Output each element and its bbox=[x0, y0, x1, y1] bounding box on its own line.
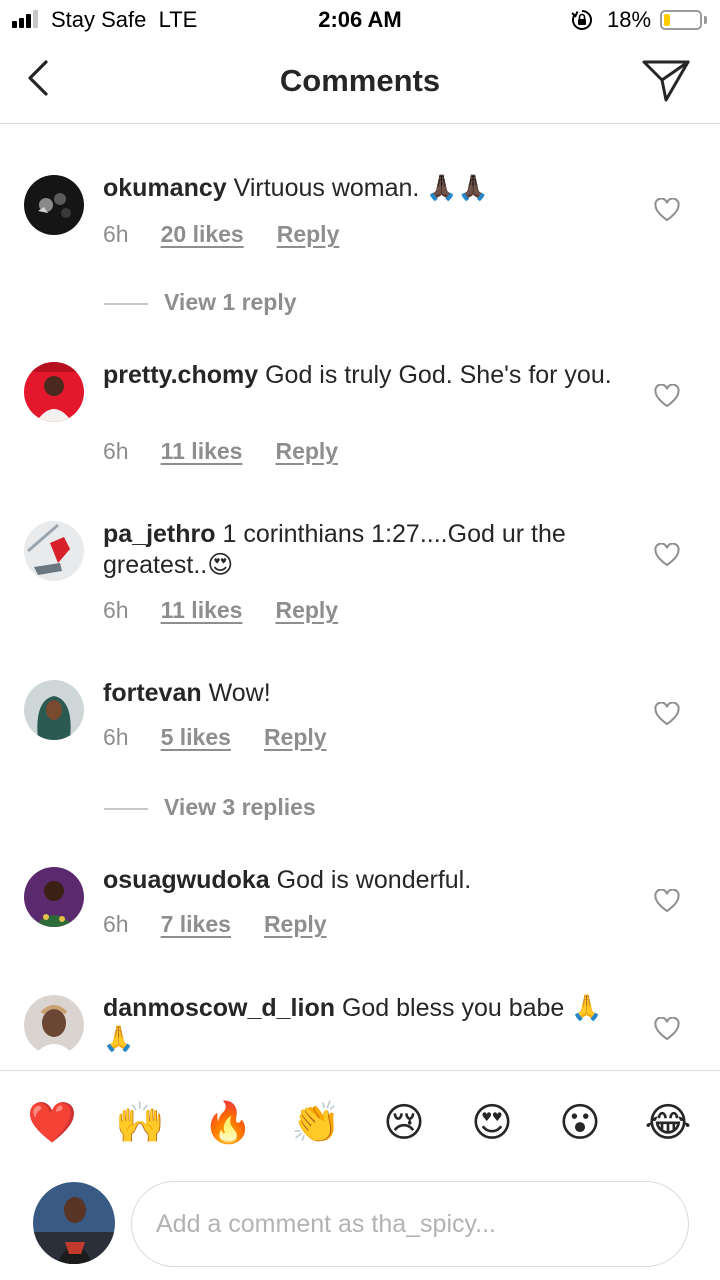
reply-button[interactable]: Reply bbox=[264, 724, 327, 751]
heart-icon[interactable] bbox=[654, 384, 680, 408]
emoji-clapping-button[interactable]: 👏 bbox=[291, 1098, 341, 1148]
avatar[interactable] bbox=[24, 680, 84, 740]
comment: danmoscow_d_lion God bless you babe 🙏🙏 bbox=[0, 993, 720, 1070]
comment-body: God is wonderful. bbox=[276, 866, 472, 894]
comment-time: 6h bbox=[103, 597, 129, 623]
reply-button[interactable]: Reply bbox=[264, 911, 327, 938]
comment-body: Wow! bbox=[208, 679, 271, 707]
comment-time: 6h bbox=[103, 438, 129, 464]
avatar[interactable] bbox=[24, 362, 84, 422]
avatar[interactable] bbox=[24, 175, 84, 235]
comment-username[interactable]: okumancy bbox=[103, 174, 227, 202]
likes-link[interactable]: 11 likes bbox=[161, 597, 243, 624]
reply-thread-line bbox=[104, 303, 148, 305]
comment-time: 6h bbox=[103, 911, 129, 937]
comment: pa_jethro 1 corinthians 1:27....God ur t… bbox=[0, 519, 720, 639]
comment: fortevan Wow! 6h 5 likes Reply bbox=[0, 678, 720, 788]
avatar[interactable] bbox=[24, 995, 84, 1055]
comment-text: pretty.chomy God is truly God. She's for… bbox=[103, 360, 623, 391]
comment-text: osuagwudoka God is wonderful. bbox=[103, 865, 623, 896]
reply-button[interactable]: Reply bbox=[275, 597, 338, 624]
reply-button[interactable]: Reply bbox=[277, 221, 340, 248]
comment-time: 6h bbox=[103, 724, 129, 750]
likes-link[interactable]: 20 likes bbox=[161, 221, 244, 248]
comment-username[interactable]: danmoscow_d_lion bbox=[103, 994, 335, 1022]
comment-meta: 6h 11 likes Reply bbox=[103, 597, 371, 627]
likes-link[interactable]: 7 likes bbox=[161, 911, 231, 938]
likes-link[interactable]: 5 likes bbox=[161, 724, 231, 751]
comment-text: pa_jethro 1 corinthians 1:27....God ur t… bbox=[103, 519, 623, 581]
share-button[interactable] bbox=[640, 54, 692, 106]
emoji-fire-button[interactable]: 🔥 bbox=[203, 1098, 253, 1148]
battery-icon bbox=[660, 10, 702, 30]
comment-username[interactable]: osuagwudoka bbox=[103, 866, 270, 894]
emoji-laughing-button[interactable]: 😂 bbox=[643, 1098, 693, 1148]
paper-plane-icon bbox=[642, 60, 690, 102]
comment: osuagwudoka God is wonderful. 6h 7 likes R… bbox=[0, 865, 720, 975]
comment-text: fortevan Wow! bbox=[103, 678, 623, 709]
comment-username[interactable]: pa_jethro bbox=[103, 520, 216, 548]
battery-level bbox=[664, 14, 670, 26]
battery-percent: 18% bbox=[607, 7, 652, 32]
comment-list[interactable]: okumancy Virtuous woman. 🙏🏿🙏🏿 6h 20 likes… bbox=[0, 125, 720, 1070]
heart-icon[interactable] bbox=[654, 702, 680, 726]
comment-body: God is truly God. She's for you. bbox=[265, 361, 612, 389]
comment-meta: 6h 11 likes Reply bbox=[103, 438, 371, 468]
emoji-bar: ❤️ 🙌 🔥 👏 😢 😍 😮 😂 bbox=[0, 1070, 720, 1174]
reply-button[interactable]: Reply bbox=[275, 438, 338, 465]
comment-username[interactable]: fortevan bbox=[103, 679, 202, 707]
reply-thread-line bbox=[104, 808, 148, 810]
comment-text: danmoscow_d_lion God bless you babe 🙏🙏 bbox=[103, 993, 623, 1055]
comment-meta: 6h 5 likes Reply bbox=[103, 724, 360, 754]
my-avatar bbox=[33, 1182, 115, 1264]
comment-time: 6h bbox=[103, 221, 129, 247]
comment-meta: 6h 7 likes Reply bbox=[103, 911, 360, 941]
comment: okumancy Virtuous woman. 🙏🏿🙏🏿 6h 20 likes… bbox=[0, 125, 720, 255]
comment-meta: 6h 20 likes Reply bbox=[103, 221, 372, 251]
comment-body: Virtuous woman. 🙏🏿🙏🏿 bbox=[233, 174, 489, 202]
comment: pretty.chomy God is truly God. She's for… bbox=[0, 360, 720, 480]
comment-text: okumancy Virtuous woman. 🙏🏿🙏🏿 bbox=[103, 173, 623, 204]
heart-icon[interactable] bbox=[654, 1017, 680, 1041]
status-bar: Stay Safe LTE 2:06 AM 18% bbox=[0, 0, 720, 40]
emoji-heart-eyes-button[interactable]: 😍 bbox=[467, 1098, 517, 1148]
heart-icon[interactable] bbox=[654, 198, 680, 222]
likes-link[interactable]: 11 likes bbox=[161, 438, 243, 465]
avatar[interactable] bbox=[24, 867, 84, 927]
heart-icon[interactable] bbox=[654, 543, 680, 567]
emoji-raising-hands-button[interactable]: 🙌 bbox=[115, 1098, 165, 1148]
battery-nub bbox=[704, 16, 707, 24]
emoji-heart-button[interactable]: ❤️ bbox=[27, 1098, 77, 1148]
view-replies-label: View 3 replies bbox=[164, 794, 316, 820]
comment-composer bbox=[0, 1174, 720, 1280]
avatar[interactable] bbox=[24, 521, 84, 581]
comment-username[interactable]: pretty.chomy bbox=[103, 361, 258, 389]
comment-input[interactable] bbox=[131, 1181, 689, 1267]
page-title: Comments bbox=[279, 63, 441, 98]
emoji-surprised-button[interactable]: 😮 bbox=[555, 1098, 605, 1148]
orientation-lock-icon bbox=[571, 10, 592, 30]
header: Comments bbox=[0, 40, 720, 124]
emoji-crying-button[interactable]: 😢 bbox=[379, 1098, 429, 1148]
heart-icon[interactable] bbox=[654, 889, 680, 913]
view-replies-label: View 1 reply bbox=[164, 289, 297, 315]
